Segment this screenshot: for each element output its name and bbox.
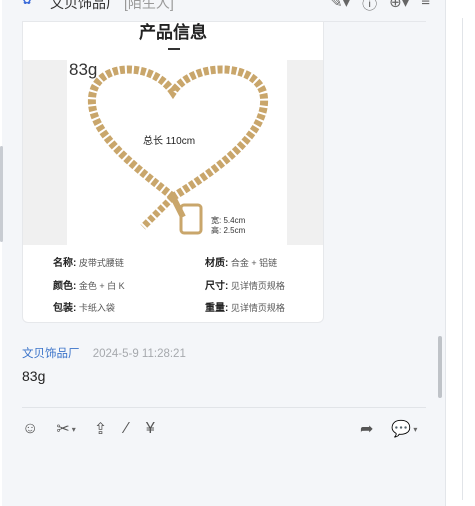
weight-label: 83g (69, 60, 98, 79)
share-icon[interactable]: ➦ (360, 419, 373, 439)
spec-package: 包装: 卡纸入袋 (53, 303, 115, 314)
contact-tag: [陌生人] (124, 0, 174, 11)
spec-material: 材质: 合金 + 铝链 (205, 258, 278, 269)
sender-name[interactable]: 文贝饰品厂 (22, 348, 80, 360)
header-actions: ✎▾ ⓘ ⊕▾ ≡ (330, 0, 430, 14)
contact-name: 文贝饰品厂 (50, 0, 120, 11)
divider (462, 18, 463, 500)
spec-weight: 重量: 见详情页规格 (205, 303, 285, 314)
info-icon[interactable]: ⓘ (362, 0, 377, 14)
invoice-icon[interactable]: ¥ (146, 420, 155, 438)
left-scroll-indicator[interactable] (0, 146, 3, 242)
quick-reply-icon[interactable]: 💬 ▾ (391, 419, 417, 439)
input-divider (22, 407, 426, 408)
spec-name: 名称: 皮带式腰链 (53, 258, 124, 269)
calculator-icon[interactable]: ∕ (125, 420, 128, 438)
chat-scrollbar[interactable] (438, 336, 442, 398)
height-label: 高: 2.5cm (211, 226, 246, 235)
upload-icon[interactable]: ⇪ (94, 419, 107, 439)
right-strip (446, 0, 475, 506)
message-text: 83g (22, 368, 46, 384)
edit-icon[interactable]: ✎▾ (330, 0, 350, 14)
spec-size: 尺寸: 见详情页规格 (205, 281, 285, 292)
message-meta: 文贝饰品厂 2024-5-9 11:28:21 (22, 345, 186, 361)
add-icon[interactable]: ⊕▾ (389, 0, 409, 14)
shop-logo-icon: ✿ (22, 0, 33, 7)
message-time: 2024-5-9 11:28:21 (92, 348, 186, 360)
scissors-icon[interactable]: ✂ ▾ (56, 419, 75, 439)
emoji-icon[interactable]: ☺ (22, 420, 38, 438)
input-toolbar-right: ➦ 💬 ▾ (360, 418, 435, 440)
spec-color: 颜色: 金色 + 白 K (53, 281, 125, 292)
input-toolbar-left: ☺ ✂ ▾ ⇪ ∕ ¥ (22, 418, 173, 440)
menu-icon[interactable]: ≡ (421, 0, 430, 14)
length-label: 总长 110cm (143, 136, 196, 147)
chat-header: ✿ 文贝饰品厂 [陌生人] ✎▾ ⓘ ⊕▾ ≡ (20, 0, 440, 13)
product-image-card[interactable]: 产品信息 83g 总长 110cm 宽: 5.4cm 高: 2.5cm 名称: … (22, 21, 324, 323)
